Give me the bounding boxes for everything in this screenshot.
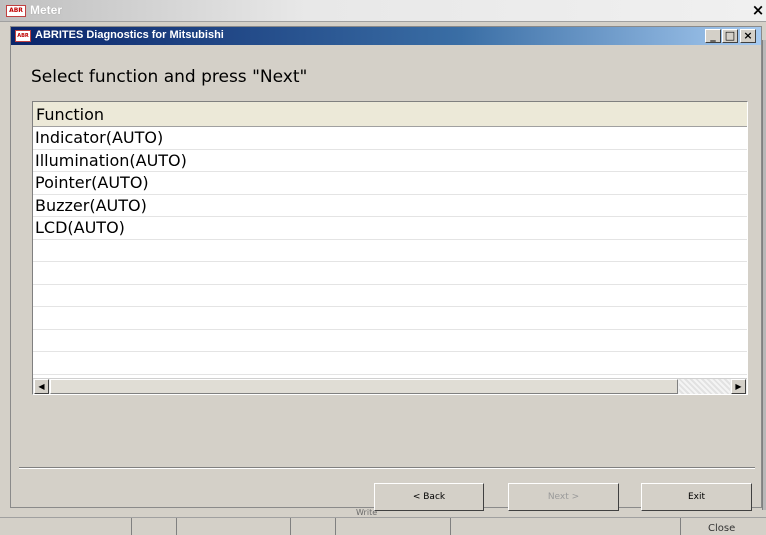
background-window-edge: [762, 40, 766, 510]
exit-button[interactable]: Exit: [641, 483, 752, 511]
maximize-icon[interactable]: □: [722, 29, 738, 43]
outer-close-icon[interactable]: ×: [750, 2, 766, 18]
empty-row: [33, 262, 747, 285]
background-cell: [177, 518, 291, 535]
background-cell: [132, 518, 177, 535]
list-item[interactable]: LCD(AUTO): [33, 217, 747, 240]
instruction-text: Select function and press "Next": [31, 67, 308, 87]
app-icon: ABR: [6, 5, 26, 17]
horizontal-scrollbar[interactable]: ◀ ▶: [33, 378, 747, 394]
empty-row: [33, 352, 747, 375]
list-rows: Indicator(AUTO) Illumination(AUTO) Point…: [33, 127, 747, 375]
back-button[interactable]: < Back: [374, 483, 484, 511]
column-header-function[interactable]: Function: [33, 102, 747, 127]
outer-titlebar: ABR Meter ×: [0, 0, 766, 22]
list-item[interactable]: Indicator(AUTO): [33, 127, 747, 150]
outer-window-title: Meter: [30, 3, 63, 17]
scrollbar-track[interactable]: [679, 379, 730, 394]
empty-row: [33, 240, 747, 262]
background-cell: [336, 518, 451, 535]
scroll-right-icon[interactable]: ▶: [731, 379, 746, 394]
minimize-icon[interactable]: _: [705, 29, 721, 43]
next-button[interactable]: Next >: [508, 483, 619, 511]
function-list[interactable]: Function Indicator(AUTO) Illumination(AU…: [32, 101, 748, 395]
diagnostics-window: ABR ABRITES Diagnostics for Mitsubishi _…: [10, 26, 762, 511]
background-close-button[interactable]: Close: [708, 523, 735, 534]
abrites-app-icon: ABR: [15, 30, 31, 42]
list-item[interactable]: Illumination(AUTO): [33, 150, 747, 172]
list-item[interactable]: Pointer(AUTO): [33, 172, 747, 195]
scroll-left-icon[interactable]: ◀: [34, 379, 49, 394]
window-title: ABRITES Diagnostics for Mitsubishi: [35, 29, 224, 41]
background-cell: [291, 518, 336, 535]
list-item[interactable]: Buzzer(AUTO): [33, 195, 747, 217]
background-cell: [0, 518, 132, 535]
empty-row: [33, 330, 747, 352]
close-icon[interactable]: ×: [740, 29, 756, 43]
inner-titlebar: ABR ABRITES Diagnostics for Mitsubishi _…: [11, 27, 761, 45]
background-status-strip: [0, 517, 766, 535]
scrollbar-thumb[interactable]: [50, 379, 678, 394]
background-cell: [451, 518, 681, 535]
empty-row: [33, 307, 747, 330]
separator-line: [19, 467, 755, 469]
empty-row: [33, 285, 747, 307]
